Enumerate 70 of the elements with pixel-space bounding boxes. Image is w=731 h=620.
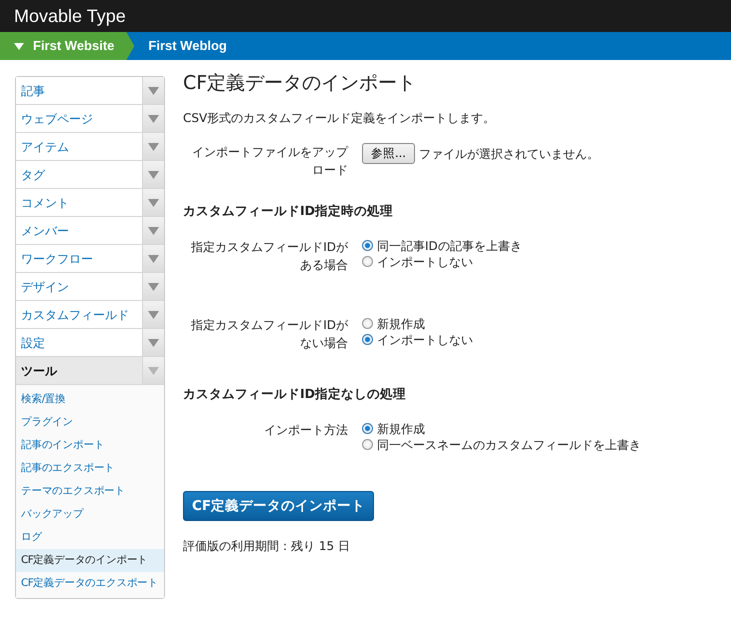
field-label: 指定カスタムフィールドIDがある場合 bbox=[190, 238, 348, 274]
submenu-link[interactable]: CF定義データのエクスポート bbox=[16, 572, 164, 595]
import-button[interactable]: CF定義データのインポート bbox=[183, 490, 374, 522]
expand-toggle[interactable] bbox=[142, 217, 164, 244]
expand-toggle[interactable] bbox=[142, 357, 164, 384]
menu-label[interactable]: デザイン bbox=[16, 273, 142, 300]
menu-label[interactable]: カスタムフィールド bbox=[16, 301, 142, 328]
expand-toggle[interactable] bbox=[142, 301, 164, 328]
menu-label[interactable]: メンバー bbox=[16, 217, 142, 244]
field-label: インポート方法 bbox=[263, 422, 348, 439]
section-heading: カスタムフィールドID指定なしの処理 bbox=[183, 386, 408, 401]
caret-icon bbox=[148, 310, 159, 318]
menu-label[interactable]: ウェブページ bbox=[16, 105, 142, 132]
radio-option[interactable]: インポートしない bbox=[362, 254, 522, 270]
page-title: CF定義データのインポート bbox=[183, 72, 418, 95]
radio-option[interactable]: 新規作成 bbox=[362, 420, 641, 437]
radio-button[interactable] bbox=[362, 256, 373, 268]
caret-icon bbox=[148, 142, 159, 150]
description-text: CSV形式のカスタムフィールド定義をインポートします。 bbox=[183, 110, 496, 127]
option-label: インポートしない bbox=[377, 254, 473, 270]
field-label: インポートファイルをアップロード bbox=[191, 144, 348, 179]
radio-button[interactable] bbox=[362, 439, 373, 450]
radio-button[interactable] bbox=[362, 318, 373, 330]
menu-label[interactable]: タグ bbox=[16, 161, 142, 188]
expand-toggle[interactable] bbox=[142, 105, 164, 132]
menu-label[interactable]: 設定 bbox=[16, 329, 142, 356]
radio-button[interactable] bbox=[362, 240, 373, 252]
trial-note: 評価版の利用期間：残り 15 日 bbox=[183, 538, 351, 556]
submenu-link[interactable]: 検索/置換 bbox=[16, 388, 164, 411]
caret-icon bbox=[148, 338, 159, 346]
caret-icon bbox=[148, 254, 159, 262]
app-title: Movable Type bbox=[14, 4, 126, 28]
menu-label[interactable]: アイテム bbox=[16, 133, 142, 160]
submenu-link[interactable]: CF定義データのインポート bbox=[16, 549, 164, 572]
menu-label[interactable]: ワークフロー bbox=[16, 245, 142, 272]
caret-icon bbox=[14, 42, 24, 50]
caret-icon bbox=[148, 226, 159, 234]
menu-label[interactable]: コメント bbox=[16, 189, 142, 216]
menu-label[interactable]: ツール bbox=[16, 357, 142, 384]
submenu-link[interactable]: 記事のインポート bbox=[16, 434, 164, 457]
caret-icon bbox=[148, 282, 159, 290]
submenu-link[interactable]: テーマのエクスポート bbox=[16, 480, 164, 503]
radio-button[interactable] bbox=[362, 334, 373, 346]
option-label: 新規作成 bbox=[377, 316, 425, 332]
radio-button[interactable] bbox=[362, 423, 373, 434]
caret-icon bbox=[148, 198, 159, 206]
expand-toggle[interactable] bbox=[142, 329, 164, 356]
option-label: 新規作成 bbox=[377, 420, 425, 437]
radio-option[interactable]: 新規作成 bbox=[362, 316, 473, 332]
expand-toggle[interactable] bbox=[142, 245, 164, 272]
caret-icon bbox=[148, 114, 159, 122]
file-status-text: ファイルが選択されていません。 bbox=[418, 146, 599, 163]
expand-toggle[interactable] bbox=[142, 189, 164, 216]
expand-toggle[interactable] bbox=[142, 77, 164, 104]
section-heading: カスタムフィールドID指定時の処理 bbox=[183, 202, 394, 218]
menu-label[interactable]: 記事 bbox=[16, 77, 142, 104]
caret-icon bbox=[148, 366, 159, 374]
submenu-link[interactable]: ログ bbox=[16, 526, 164, 549]
expand-toggle[interactable] bbox=[142, 161, 164, 188]
submenu-link[interactable]: プラグイン bbox=[16, 411, 164, 434]
breadcrumb-link[interactable]: First Weblog bbox=[134, 32, 239, 60]
field-label: 指定カスタムフィールドIDがない場合 bbox=[190, 316, 348, 352]
caret-icon bbox=[148, 170, 159, 178]
submenu-link[interactable]: バックアップ bbox=[16, 503, 164, 526]
breadcrumb-link[interactable]: First Website bbox=[0, 32, 134, 60]
browse-button[interactable]: 参照... bbox=[362, 142, 415, 164]
submenu-link[interactable]: 記事のエクスポート bbox=[16, 457, 164, 480]
expand-toggle[interactable] bbox=[142, 133, 164, 160]
expand-toggle[interactable] bbox=[142, 273, 164, 300]
caret-icon bbox=[148, 86, 159, 94]
